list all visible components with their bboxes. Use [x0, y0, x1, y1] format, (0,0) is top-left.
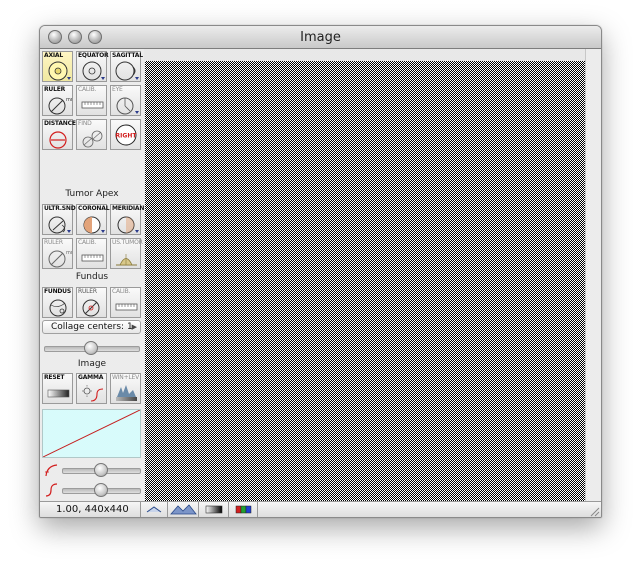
eye-tool[interactable]: EYE	[110, 85, 141, 116]
ultrasound-tool[interactable]: ULTR.SND	[42, 204, 76, 235]
tumor-calibration-ruler-icon	[81, 254, 104, 262]
fundus-tool[interactable]: FUNDUS	[42, 287, 73, 318]
sagittal-label: SAGITTAL	[112, 52, 143, 59]
grayscale-button[interactable]	[198, 502, 228, 517]
distance-icon	[49, 131, 67, 149]
window-level-tool[interactable]: WIN+LEV	[110, 373, 141, 404]
reset-tool[interactable]: RESET	[42, 373, 73, 404]
contrast-curve-icon	[45, 483, 58, 497]
tumor-ruler-icon: mm	[48, 250, 72, 268]
eye-gauge-icon	[116, 97, 139, 115]
status-bar: 1.00, 440x440	[40, 501, 601, 517]
fundus-ruler-label: RULER	[78, 288, 97, 295]
reset-gradient-icon	[47, 389, 70, 398]
brightness-curve-icon	[45, 464, 58, 477]
meridian-tool[interactable]: MERIDIAN	[110, 204, 145, 235]
calib-tool[interactable]: CALIB.	[76, 85, 107, 116]
distance-tool[interactable]: DISTANCE	[42, 119, 76, 150]
collage-centers-label: Collage centers: 1	[51, 322, 133, 332]
tumor-ruler-tool[interactable]: RULER mm	[42, 238, 73, 269]
coronal-icon	[83, 216, 105, 234]
svg-text:mm: mm	[66, 97, 72, 103]
grayscale-gradient-icon	[205, 505, 223, 514]
find-tool[interactable]: FIND	[76, 119, 107, 150]
us-tumor-label: US.TUMOR	[112, 239, 143, 246]
calib-label: CALIB.	[78, 86, 97, 93]
gamma-tool[interactable]: GAMMA	[76, 373, 107, 404]
color-channels-button[interactable]	[228, 502, 258, 517]
distance-label: DISTANCE	[44, 120, 76, 127]
popup-arrow-icon: ▶	[131, 323, 137, 331]
zoom-button[interactable]	[88, 30, 102, 44]
meridian-icon	[117, 216, 139, 234]
image-window: Image AXIAL EQUATOR SAGITTAL RULER m CAL…	[39, 25, 602, 518]
fundus-label: FUNDUS	[44, 288, 71, 295]
ruler-tool[interactable]: RULER mm	[42, 85, 73, 116]
title-bar[interactable]: Image	[40, 26, 601, 49]
histogram-icon	[116, 385, 137, 401]
us-tumor-icon	[116, 254, 137, 266]
equator-tool[interactable]: EQUATOR	[76, 51, 109, 82]
image-canvas[interactable]	[145, 61, 585, 501]
fundus-calib-label: CALIB.	[112, 288, 131, 295]
axial-tool[interactable]: AXIAL	[42, 51, 73, 82]
tumor-calib-tool[interactable]: CALIB.	[76, 238, 107, 269]
window-title: Image	[300, 30, 341, 45]
single-peak-icon	[146, 506, 162, 513]
sagittal-tool[interactable]: SAGITTAL	[110, 51, 143, 82]
coronal-label: CORONAL	[78, 205, 110, 212]
collage-centers-popup[interactable]: Collage centers: 1 ▶	[42, 320, 141, 334]
sagittal-eye-icon	[115, 61, 139, 81]
zoom-size-readout: 1.00, 440x440	[56, 504, 129, 515]
tumor-calib-label: CALIB.	[78, 239, 97, 246]
contrast-slider-thumb[interactable]	[93, 483, 108, 497]
eye-label: EYE	[112, 86, 123, 93]
coronal-tool[interactable]: CORONAL	[76, 204, 110, 235]
right-eye-tool[interactable]: RIGHT	[110, 119, 141, 150]
right-eye-badge-icon: RIGHT	[115, 124, 138, 146]
double-peak-histogram-button[interactable]	[167, 502, 198, 517]
fundus-icon	[49, 299, 67, 317]
collage-slider-thumb[interactable]	[84, 341, 98, 355]
gamma-sun-curve-icon	[82, 385, 104, 402]
svg-text:mm: mm	[66, 250, 72, 256]
fundus-ruler-tool[interactable]: RULER	[76, 287, 107, 318]
fundus-calib-tool[interactable]: CALIB.	[110, 287, 141, 318]
tone-curve-line-icon	[42, 409, 141, 458]
single-peak-histogram-button[interactable]	[140, 502, 167, 517]
fundus-calibration-ruler-icon	[115, 303, 138, 311]
equator-eye-icon	[82, 61, 105, 81]
right-badge-text: RIGHT	[116, 133, 138, 140]
tone-curve-preview	[42, 409, 141, 458]
reset-label: RESET	[44, 374, 65, 381]
equator-label: EQUATOR	[78, 52, 109, 59]
minimize-button[interactable]	[68, 30, 82, 44]
axial-eye-icon	[48, 61, 71, 81]
gamma-label: GAMMA	[78, 374, 104, 381]
fundus-heading: Fundus	[75, 272, 109, 282]
close-button[interactable]	[48, 30, 62, 44]
ultrasound-icon	[48, 216, 71, 234]
image-heading: Image	[77, 359, 107, 369]
meridian-label: MERIDIAN	[112, 205, 145, 212]
window-level-label: WIN+LEV	[112, 374, 140, 381]
resize-grip-icon[interactable]	[588, 505, 600, 517]
axial-label: AXIAL	[44, 52, 63, 59]
fundus-ruler-icon	[82, 299, 100, 317]
us-tumor-tool[interactable]: US.TUMOR	[110, 238, 143, 269]
ruler-label: RULER	[44, 86, 66, 93]
tool-panel: AXIAL EQUATOR SAGITTAL RULER m CALIB. EY…	[40, 49, 145, 516]
ruler-circle-icon: mm	[48, 97, 72, 115]
find-circles-icon	[82, 130, 103, 148]
calibration-ruler-icon	[81, 101, 104, 109]
right-gutter	[585, 49, 601, 501]
tumor-apex-heading: Tumor Apex	[65, 189, 119, 199]
double-peak-icon	[170, 504, 197, 515]
find-label: FIND	[78, 120, 92, 127]
brightness-slider-thumb[interactable]	[93, 463, 108, 477]
tumor-ruler-label: RULER	[44, 239, 63, 246]
rgb-channels-icon	[235, 505, 252, 514]
ultrasound-label: ULTR.SND	[44, 205, 76, 212]
